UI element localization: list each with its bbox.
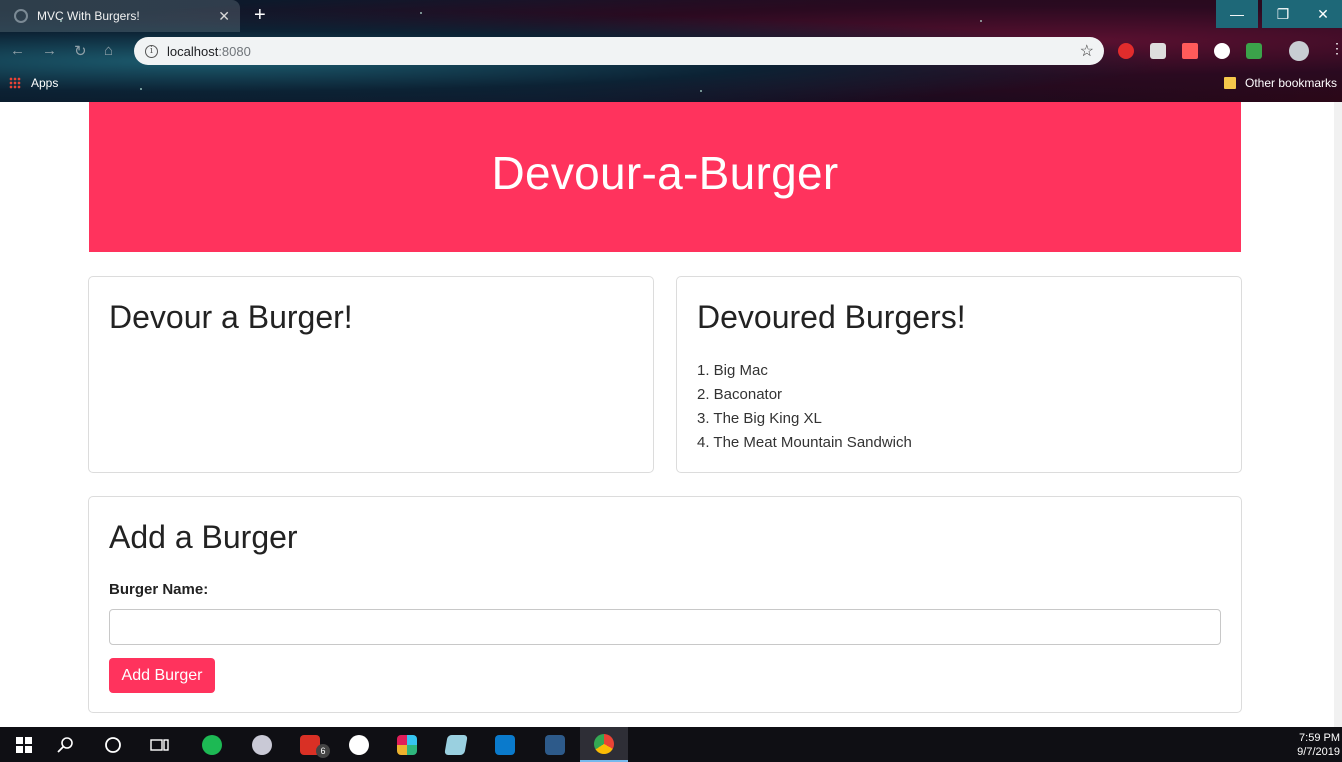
spotify-logo xyxy=(202,734,222,755)
notes-logo xyxy=(444,734,468,755)
mysql-logo xyxy=(545,734,565,755)
devoured-card-title: Devoured Burgers! xyxy=(697,299,966,335)
slack-logo xyxy=(397,734,417,755)
spotify-icon[interactable] xyxy=(188,727,236,762)
profile-avatar[interactable] xyxy=(1289,41,1309,61)
devour-card: Devour a Burger! xyxy=(88,276,654,473)
notes-icon[interactable] xyxy=(432,727,480,762)
task-view-glyph xyxy=(150,738,169,751)
other-bookmarks[interactable]: Other bookmarks xyxy=(1245,76,1337,90)
page-title: Devour-a-Burger xyxy=(491,147,839,199)
devoured-list: 1. Big Mac 2. Baconator 3. The Big King … xyxy=(697,359,912,455)
json-extension-icon[interactable] xyxy=(1214,43,1230,59)
ublock-extension-icon[interactable] xyxy=(1150,43,1166,59)
background-star xyxy=(420,12,422,14)
devour-card-title: Devour a Burger! xyxy=(109,299,353,335)
background-star xyxy=(980,20,982,22)
list-item: 1. Big Mac xyxy=(697,362,768,379)
folder-icon xyxy=(1224,77,1236,89)
bookmark-star-icon[interactable]: ☆ xyxy=(1080,41,1094,61)
app-logo xyxy=(252,734,272,755)
circle-icon xyxy=(105,736,121,753)
info-icon[interactable]: i xyxy=(145,44,158,58)
windows-logo-icon xyxy=(16,736,32,753)
header-banner: Devour-a-Burger xyxy=(89,102,1241,252)
burger-name-input[interactable] xyxy=(109,609,1221,645)
new-tab-button[interactable]: + xyxy=(254,4,266,26)
maximize-button[interactable]: ❐ xyxy=(1262,0,1304,28)
list-item: 3. The Big King XL xyxy=(697,410,822,427)
cors-extension-icon[interactable] xyxy=(1246,43,1262,59)
adblock-extension-icon[interactable] xyxy=(1118,43,1134,59)
globe-icon xyxy=(14,9,28,23)
github-icon[interactable] xyxy=(335,727,383,762)
devoured-card: Devoured Burgers! 1. Big Mac 2. Baconato… xyxy=(676,276,1242,473)
slack-icon[interactable] xyxy=(383,727,431,762)
tab-title: MVC With Burgers! xyxy=(37,9,140,23)
start-icon[interactable] xyxy=(0,727,48,762)
bookmarks-bar: Apps Other bookmarks xyxy=(0,72,1342,96)
url-text: localhost:8080 xyxy=(167,44,251,59)
chrome-icon[interactable] xyxy=(580,727,628,762)
apps-grid-icon[interactable] xyxy=(9,77,21,89)
browser-menu-icon[interactable]: ⋮ xyxy=(1330,40,1342,57)
clock-time: 7:59 PM xyxy=(1299,732,1340,744)
clock-date: 9/7/2019 xyxy=(1297,746,1340,758)
browser-tab[interactable]: MVC With Burgers! ✕ xyxy=(0,0,240,32)
home-icon[interactable]: ⌂ xyxy=(104,42,113,59)
back-arrow-icon[interactable]: ← xyxy=(10,42,25,59)
add-burger-button[interactable]: Add Burger xyxy=(109,658,215,693)
add-burger-card: Add a Burger Burger Name: Add Burger xyxy=(88,496,1242,713)
github-logo xyxy=(349,734,369,755)
tab-close-icon[interactable]: ✕ xyxy=(218,8,230,25)
scrollbar[interactable] xyxy=(1334,102,1342,727)
vscode-logo xyxy=(495,734,515,755)
minimize-button[interactable]: — xyxy=(1216,0,1258,28)
magnifier-icon xyxy=(57,736,73,753)
address-bar[interactable]: i localhost:8080 ☆ xyxy=(134,37,1104,65)
page-content: Devour-a-Burger Devour a Burger! Devoure… xyxy=(0,102,1342,727)
video-extension-icon[interactable] xyxy=(1182,43,1198,59)
browser-chrome: MVC With Burgers! ✕ + — ❐ ✕ ← → ↻ ⌂ i lo… xyxy=(0,0,1342,102)
reload-icon[interactable]: ↻ xyxy=(74,42,87,60)
chrome-logo xyxy=(594,733,614,754)
close-window-button[interactable]: ✕ xyxy=(1304,0,1342,28)
app-icon[interactable] xyxy=(238,727,286,762)
add-card-title: Add a Burger xyxy=(109,519,298,555)
forward-arrow-icon[interactable]: → xyxy=(42,42,57,59)
burger-name-label: Burger Name: xyxy=(109,581,209,598)
apps-bookmark[interactable]: Apps xyxy=(31,76,58,90)
url-host: localhost xyxy=(167,43,219,59)
vscode-icon[interactable] xyxy=(481,727,529,762)
list-item: 2. Baconator xyxy=(697,386,783,403)
task-view-icon[interactable] xyxy=(136,727,184,762)
search-icon[interactable] xyxy=(42,727,90,762)
system-clock[interactable]: 7:59 PM 9/7/2019 xyxy=(1297,731,1340,759)
list-item: 4. The Meat Mountain Sandwich xyxy=(697,434,912,451)
notification-badge: 6 xyxy=(316,744,330,758)
url-port: :8080 xyxy=(218,43,251,59)
cortana-icon[interactable] xyxy=(89,727,137,762)
taskbar: 6 7:59 PM 9/7/2019 xyxy=(0,727,1342,762)
mysql-workbench-icon[interactable] xyxy=(531,727,579,762)
